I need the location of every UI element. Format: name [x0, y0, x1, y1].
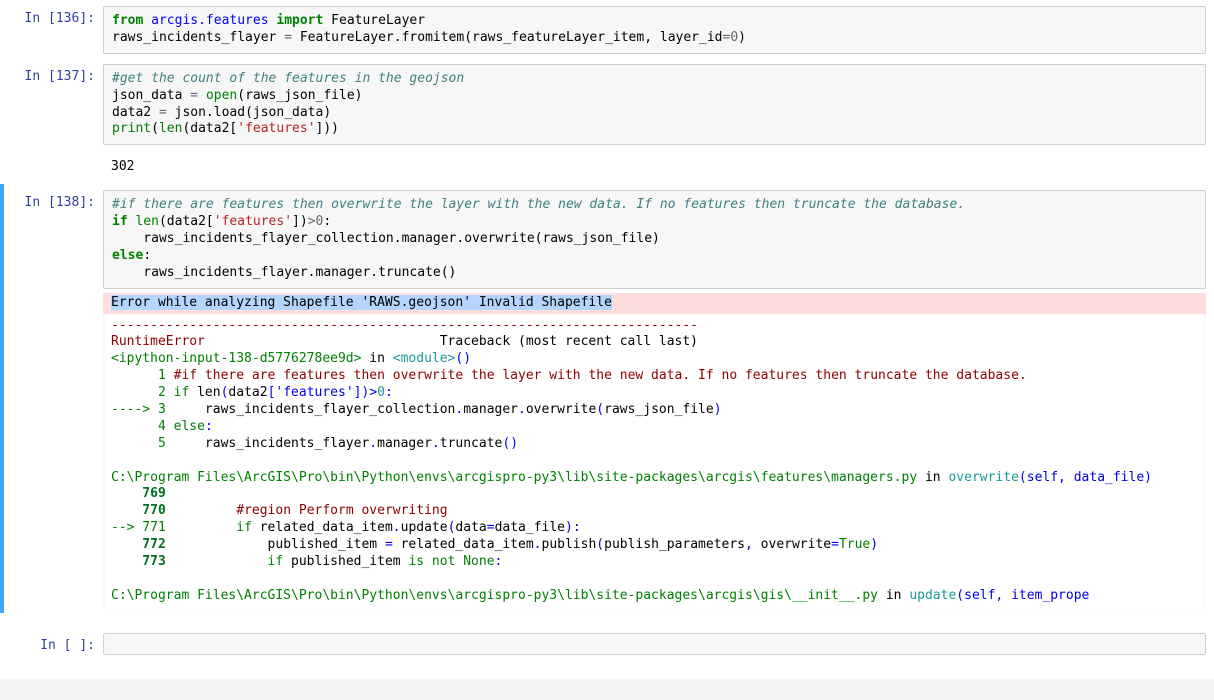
output-prompt — [8, 155, 103, 180]
code-input[interactable]: from arcgis.features import FeatureLayer… — [103, 6, 1206, 54]
code-input[interactable] — [103, 633, 1206, 655]
input-prompt: In [ ]: — [8, 633, 103, 655]
notebook: In [136]: from arcgis.features import Fe… — [0, 0, 1214, 679]
code-input[interactable]: #get the count of the features in the ge… — [103, 64, 1206, 146]
stderr-text: Error while analyzing Shapefile 'RAWS.ge… — [103, 293, 1206, 314]
input-prompt: In [136]: — [8, 6, 103, 54]
highlighted-selection: Error while analyzing Shapefile 'RAWS.ge… — [111, 295, 612, 310]
input-prompt: In [138]: — [8, 190, 103, 288]
empty-code-cell[interactable]: In [ ]: — [0, 627, 1214, 659]
output-scroll-area[interactable]: Error while analyzing Shapefile 'RAWS.ge… — [103, 293, 1206, 609]
code-input[interactable]: #if there are features then overwrite th… — [103, 190, 1206, 288]
input-prompt: In [137]: — [8, 64, 103, 146]
code-cell-137[interactable]: In [137]: #get the count of the features… — [0, 58, 1214, 150]
stdout-text: 302 — [103, 155, 1206, 180]
code-cell-136[interactable]: In [136]: from arcgis.features import Fe… — [0, 0, 1214, 58]
output-cell-138: Error while analyzing Shapefile 'RAWS.ge… — [0, 293, 1214, 613]
output-prompt — [8, 293, 103, 609]
output-cell-137: 302 — [0, 149, 1214, 184]
traceback-text: ----------------------------------------… — [103, 314, 1206, 609]
code-cell-138[interactable]: In [138]: #if there are features then ov… — [0, 184, 1214, 292]
